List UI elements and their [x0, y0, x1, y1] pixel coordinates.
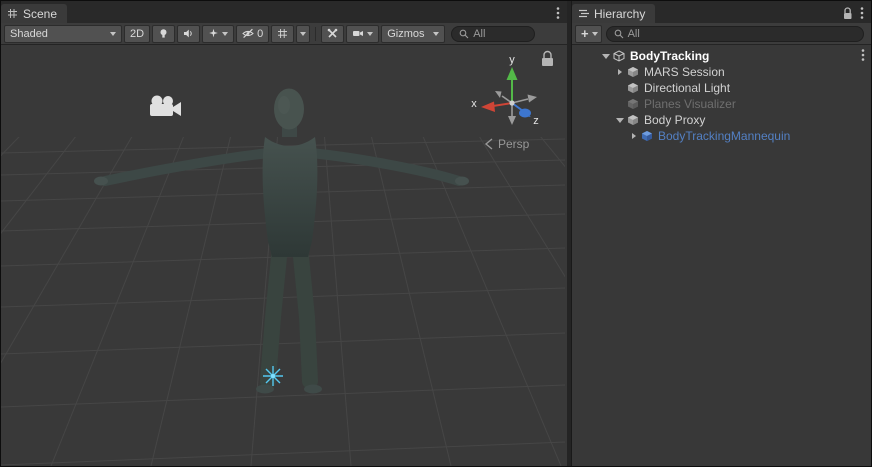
axis-x-label: x — [471, 98, 477, 110]
scene-search-value: All — [473, 28, 485, 40]
tab-hierarchy-label: Hierarchy — [594, 7, 645, 21]
move-gizmo-icon[interactable] — [263, 366, 283, 386]
tools-icon — [327, 28, 338, 39]
row-label: Body Proxy — [644, 113, 705, 127]
gameobject-cube-icon — [626, 82, 640, 94]
expander-icon[interactable] — [614, 69, 626, 75]
lightbulb-icon — [158, 28, 169, 39]
gizmos-dropdown[interactable]: Gizmos — [381, 25, 445, 43]
tree-row-gameobject[interactable]: Body Proxy — [572, 112, 871, 128]
expander-icon[interactable] — [600, 54, 612, 59]
hierarchy-tree: BodyTracking MARS Session — [572, 45, 871, 466]
scene-panel: Scene Shaded 2D — [1, 1, 567, 466]
expander-icon[interactable] — [628, 133, 640, 139]
create-object-button[interactable]: + — [575, 25, 602, 43]
chevron-down-icon — [222, 32, 228, 36]
tree-row-gameobject[interactable]: MARS Session — [572, 64, 871, 80]
row-label: Directional Light — [644, 81, 730, 95]
search-icon — [459, 29, 469, 39]
row-label: BodyTrackingMannequin — [658, 129, 790, 143]
axis-y-label: y — [509, 54, 515, 66]
tree-row-scene[interactable]: BodyTracking — [572, 48, 871, 64]
camera-icon — [352, 28, 364, 39]
2d-toggle-button[interactable]: 2D — [124, 25, 150, 43]
scene-visibility-toggle[interactable]: 0 — [236, 25, 269, 43]
grid-visibility-toggle[interactable] — [271, 25, 294, 43]
tab-scene-label: Scene — [23, 7, 57, 21]
hierarchy-search-field[interactable]: All — [606, 26, 864, 42]
speaker-icon — [183, 28, 194, 39]
chevron-down-icon — [592, 32, 598, 36]
axis-z-label: z — [533, 115, 539, 127]
prefab-cube-icon — [640, 130, 654, 142]
shading-mode-dropdown[interactable]: Shaded — [4, 25, 122, 43]
component-tools-toggle[interactable] — [321, 25, 344, 43]
hidden-object-count: 0 — [257, 28, 263, 40]
scene-grid-icon — [7, 8, 18, 19]
scene-audio-toggle[interactable] — [177, 25, 200, 43]
tab-hierarchy[interactable]: Hierarchy — [572, 4, 655, 23]
hierarchy-panel: Hierarchy + A — [571, 1, 871, 466]
unity-editor-window: Scene Shaded 2D — [0, 0, 872, 467]
chevron-down-icon — [433, 32, 439, 36]
hierarchy-panel-menu-icon[interactable] — [860, 6, 864, 20]
scene-options-icon[interactable] — [861, 48, 871, 65]
hierarchy-search-value: All — [628, 28, 640, 40]
tab-scene[interactable]: Scene — [1, 4, 67, 23]
orientation-gizmo[interactable]: y x z — [471, 54, 539, 127]
chevron-down-icon — [110, 32, 116, 36]
create-object-label: + — [581, 26, 589, 41]
tree-row-gameobject-disabled[interactable]: Planes Visualizer — [572, 96, 871, 112]
scene-lighting-toggle[interactable] — [152, 25, 175, 43]
chevron-down-icon — [367, 32, 373, 36]
unity-scene-icon — [612, 50, 626, 62]
effects-star-icon — [208, 28, 219, 39]
camera-settings-dropdown[interactable] — [346, 25, 379, 43]
hierarchy-icon — [578, 8, 589, 19]
row-label: BodyTracking — [630, 49, 709, 63]
eye-slash-icon — [242, 28, 254, 39]
gameobject-cube-icon — [626, 98, 640, 110]
gizmos-label: Gizmos — [387, 28, 424, 40]
scene-toolbar: Shaded 2D — [1, 23, 567, 45]
tree-row-gameobject[interactable]: Directional Light — [572, 80, 871, 96]
scene-camera-gizmo-icon[interactable] — [150, 96, 181, 117]
tree-row-prefab[interactable]: BodyTrackingMannequin — [572, 128, 871, 144]
grid-options-dropdown[interactable] — [296, 25, 310, 43]
projection-mode-label[interactable]: Persp — [486, 137, 530, 151]
shading-mode-label: Shaded — [10, 28, 48, 40]
row-label: MARS Session — [644, 65, 725, 79]
search-icon — [614, 29, 624, 39]
scene-panel-menu-icon[interactable] — [556, 6, 560, 20]
2d-toggle-label: 2D — [130, 28, 144, 40]
scene-search-field[interactable]: All — [451, 26, 535, 42]
scene-tabbar: Scene — [1, 1, 567, 23]
row-label: Planes Visualizer — [644, 97, 736, 111]
scene-render: y x z — [1, 45, 565, 466]
scene-lock-icon[interactable] — [542, 52, 553, 67]
persp-text: Persp — [498, 137, 530, 151]
toolbar-separator — [315, 27, 316, 41]
scene-viewport[interactable]: y x z — [1, 45, 567, 466]
grid-icon — [277, 28, 288, 39]
hierarchy-toolbar: + All — [572, 23, 871, 45]
hierarchy-tabbar: Hierarchy — [572, 1, 871, 23]
expander-icon[interactable] — [614, 118, 626, 123]
mannequin-model[interactable] — [94, 89, 469, 394]
scene-effects-dropdown[interactable] — [202, 25, 234, 43]
gameobject-cube-icon — [626, 66, 640, 78]
chevron-down-icon — [300, 32, 306, 36]
hierarchy-lock-icon[interactable] — [842, 7, 853, 20]
gameobject-cube-icon — [626, 114, 640, 126]
